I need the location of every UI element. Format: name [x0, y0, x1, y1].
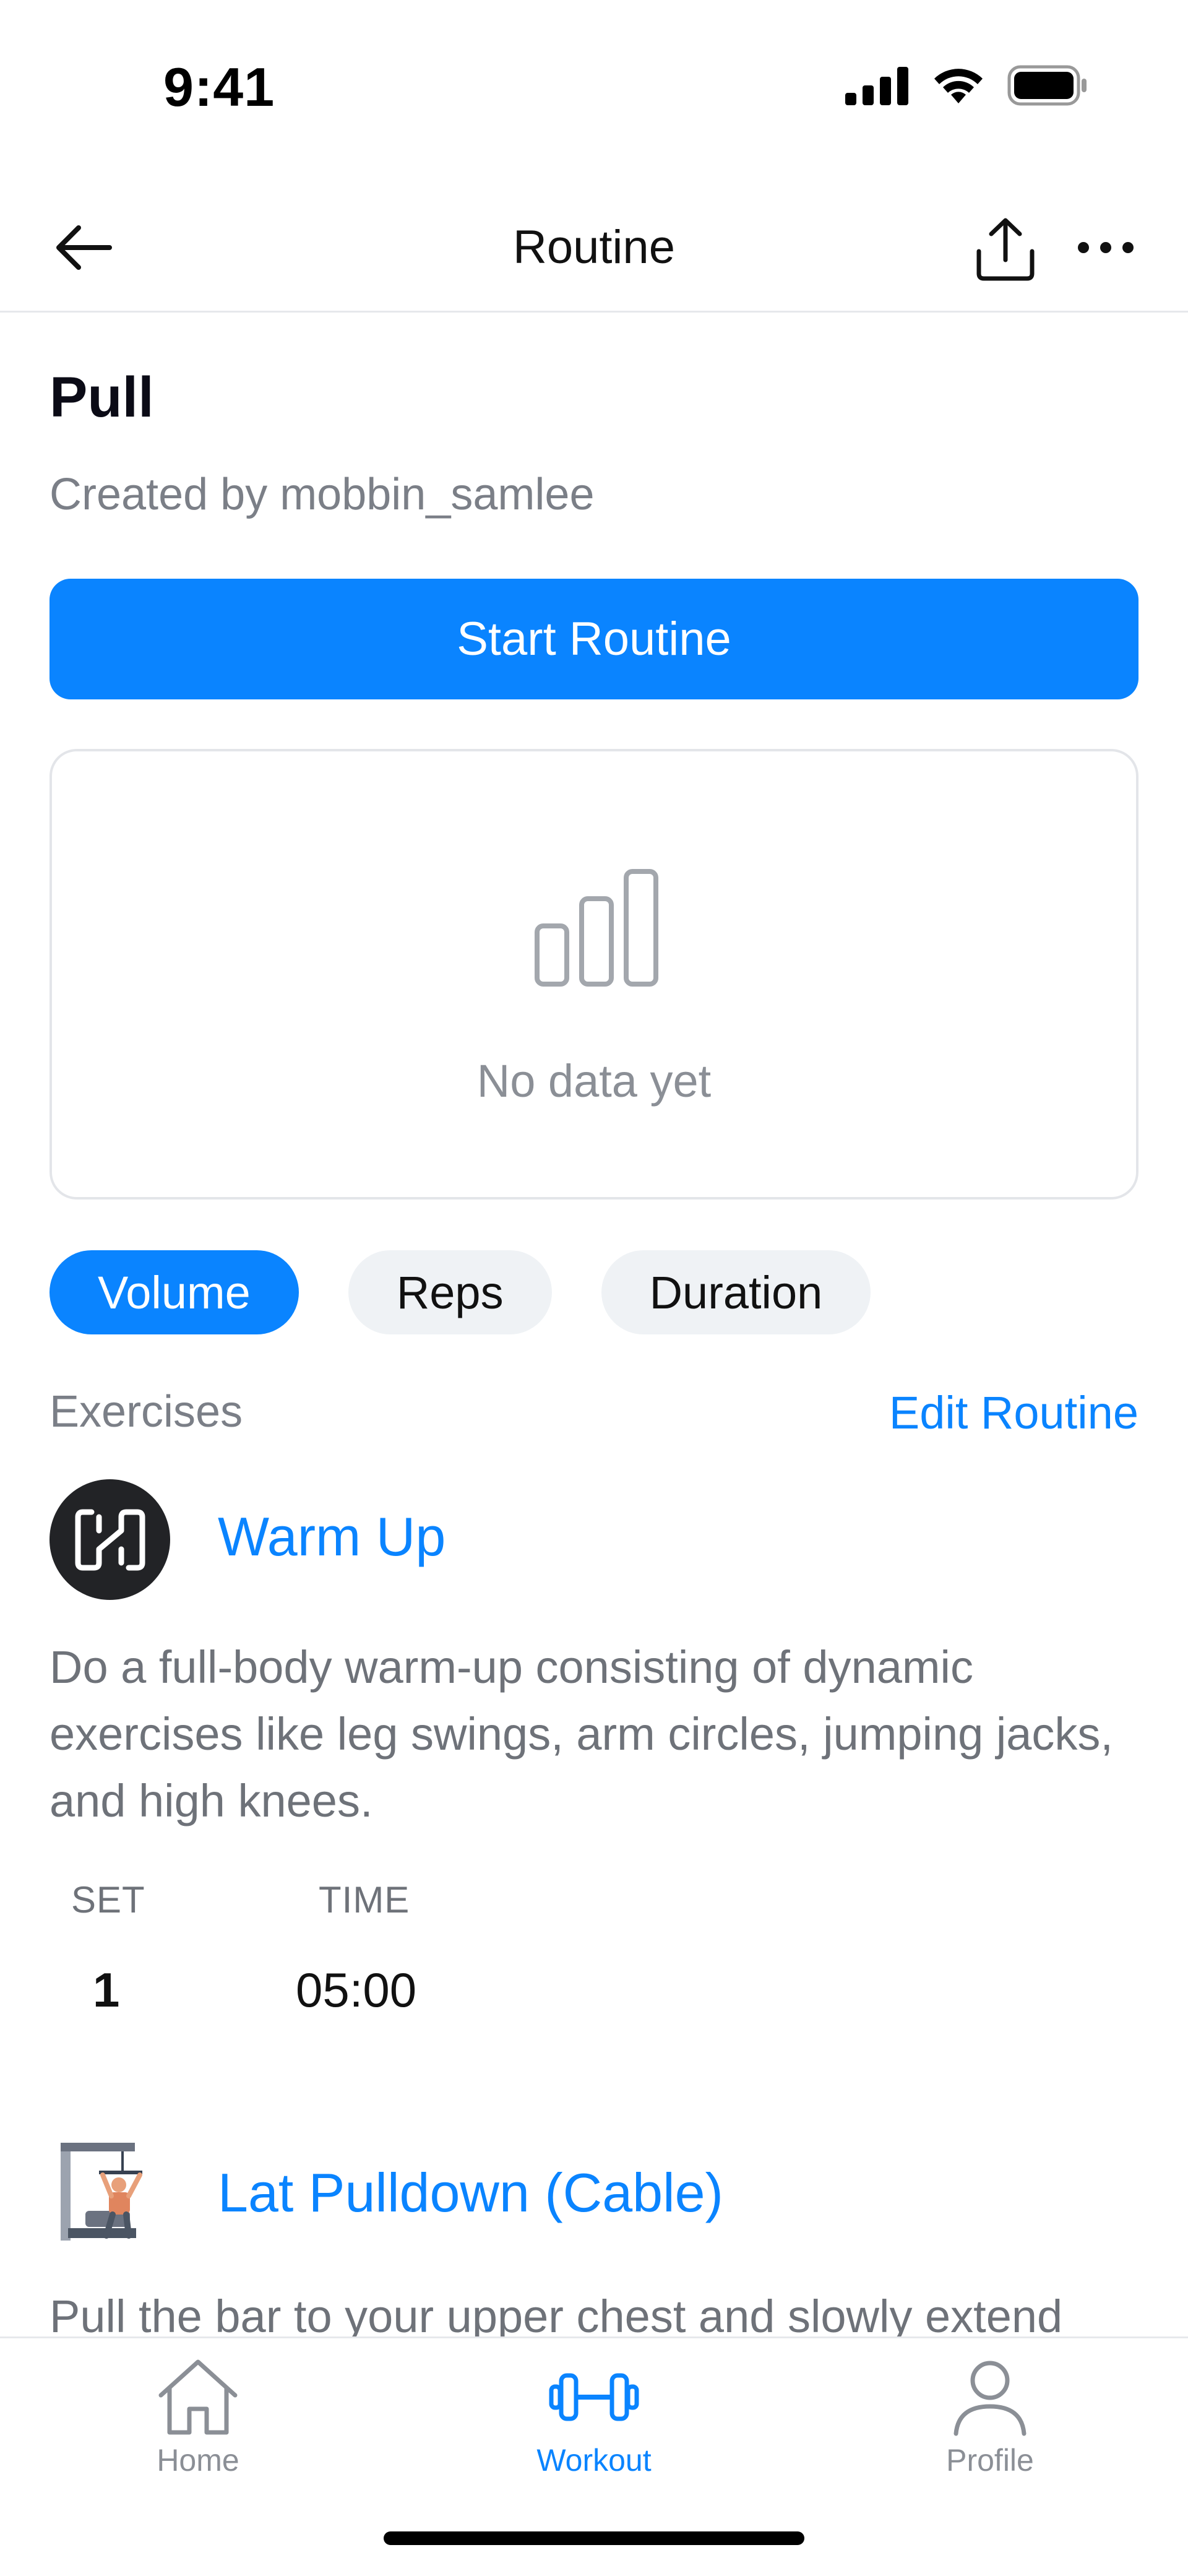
warm-up-icon — [75, 1509, 145, 1570]
status-icons — [845, 65, 1089, 106]
time-column-header: TIME — [319, 1879, 410, 1921]
nav-bar: Routine — [0, 179, 1188, 313]
chart-card: No data yet — [50, 749, 1138, 1199]
tab-workout[interactable]: Workout — [483, 2357, 705, 2493]
exercise-name-warm-up[interactable]: Warm Up — [218, 1505, 446, 1568]
lat-pulldown-thumbnail[interactable] — [50, 2129, 167, 2253]
warm-up-avatar[interactable] — [50, 1479, 170, 1600]
tab-profile-label: Profile — [946, 2443, 1034, 2478]
edit-routine-link[interactable]: Edit Routine — [889, 1386, 1138, 1439]
start-routine-button[interactable]: Start Routine — [50, 579, 1138, 699]
home-icon — [158, 2359, 238, 2435]
more-horizontal-icon — [1078, 242, 1134, 253]
battery-icon — [1007, 65, 1087, 106]
status-time: 9:41 — [163, 56, 275, 118]
chart-empty-text: No data yet — [476, 1055, 712, 1107]
person-icon — [953, 2361, 1027, 2436]
tab-volume[interactable]: Volume — [50, 1250, 299, 1334]
routine-title: Pull — [50, 366, 154, 429]
tab-workout-label: Workout — [536, 2443, 652, 2478]
set-column-header: SET — [71, 1879, 145, 1921]
exercises-section-label: Exercises — [50, 1387, 243, 1437]
share-icon — [976, 218, 1035, 281]
exercise-description-warm-up: Do a full-body warm-up consisting of dyn… — [50, 1641, 1113, 1826]
set-number: 1 — [93, 1963, 120, 2017]
share-button[interactable] — [965, 209, 1046, 290]
metric-tabs: Volume Reps Duration — [50, 1250, 871, 1334]
tab-profile[interactable]: Profile — [879, 2357, 1101, 2493]
tab-duration[interactable]: Duration — [601, 1250, 871, 1334]
status-bar: 9:41 — [0, 0, 1188, 179]
set-time: 05:00 — [296, 1963, 417, 2017]
bar-chart-icon — [535, 869, 658, 987]
tab-reps[interactable]: Reps — [348, 1250, 552, 1334]
home-indicator[interactable] — [384, 2531, 804, 2545]
exercise-name-lat-pulldown[interactable]: Lat Pulldown (Cable) — [218, 2161, 723, 2224]
routine-creator: Created by mobbin_samlee — [50, 470, 595, 519]
exercise-description-lat-pulldown: Pull the bar to your upper chest and slo… — [50, 2291, 1063, 2342]
tab-home-label: Home — [157, 2443, 239, 2478]
cellular-signal-icon — [845, 67, 908, 105]
more-button[interactable] — [1065, 217, 1146, 279]
tab-home[interactable]: Home — [87, 2357, 309, 2493]
dumbbell-icon — [549, 2373, 639, 2421]
wifi-icon — [934, 69, 983, 103]
